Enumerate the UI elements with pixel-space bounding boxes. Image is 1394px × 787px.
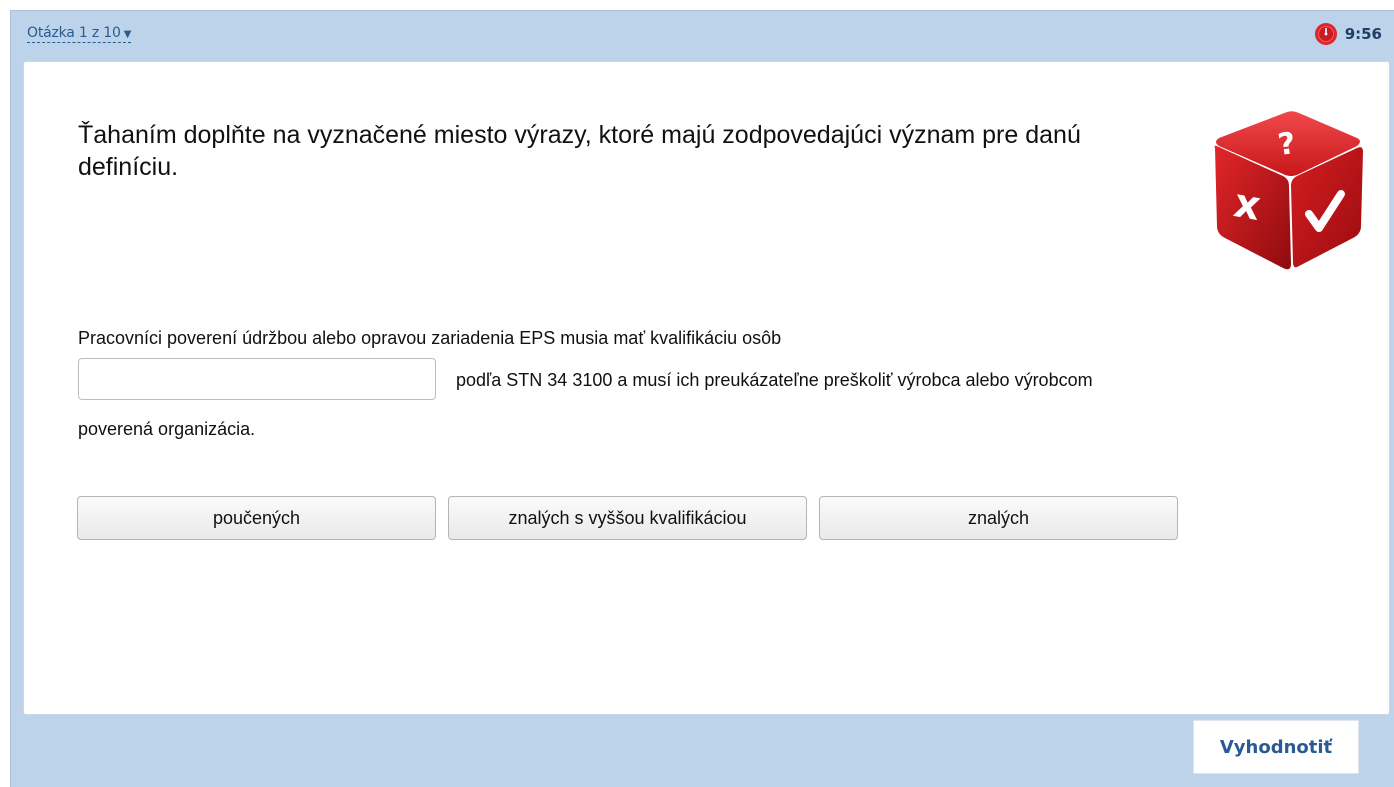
- question-panel: Ťahaním doplňte na vyznačené miesto výra…: [23, 61, 1390, 715]
- evaluate-button[interactable]: Vyhodnotiť: [1193, 720, 1359, 774]
- caret-down-icon: ▼: [123, 29, 132, 40]
- answer-drop-zone[interactable]: [78, 358, 436, 400]
- answer-option-poucenych[interactable]: poučených: [77, 496, 436, 540]
- question-navigator[interactable]: Otázka 1 z 10 ▼: [27, 25, 131, 43]
- quiz-dice-icon: ? x: [1214, 111, 1363, 270]
- question-navigator-label: Otázka 1 z 10: [27, 25, 121, 41]
- sentence-line-1: Pracovníci poverení údržbou alebo opravo…: [78, 328, 782, 348]
- quiz-frame: Otázka 1 z 10 ▼ 9:56 Ťahaním doplňte na v…: [10, 10, 1394, 787]
- question-prompt: Ťahaním doplňte na vyznačené miesto výra…: [78, 121, 1081, 181]
- answer-option-znalych-s-vyssou-kvalifikaciou[interactable]: znalých s vyššou kvalifikáciou: [448, 496, 807, 540]
- sentence-line-3: poverená organizácia.: [78, 419, 256, 439]
- answer-option-znalych[interactable]: znalých: [819, 496, 1178, 540]
- timer-value: 9:56: [1344, 25, 1382, 43]
- stopwatch-icon: [1314, 23, 1337, 45]
- timer: 9:56: [1314, 22, 1382, 46]
- sentence-line-2: podľa STN 34 3100 a musí ich preukázateľ…: [456, 370, 1093, 390]
